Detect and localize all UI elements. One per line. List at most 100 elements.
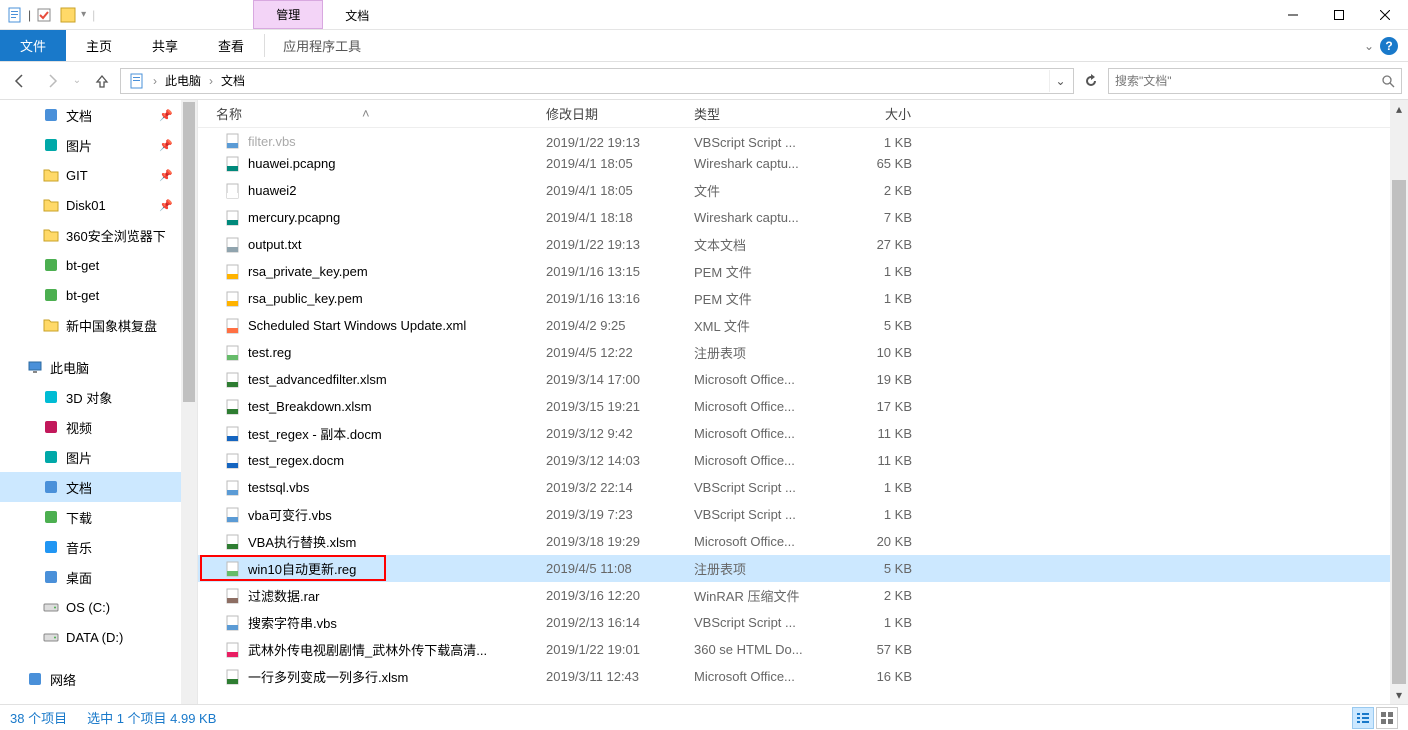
file-row[interactable]: Scheduled Start Windows Update.xml2019/4…	[198, 312, 1408, 339]
file-name: test_advancedfilter.xlsm	[248, 372, 387, 387]
file-row[interactable]: 搜索字符串.vbs2019/2/13 16:14VBScript Script …	[198, 609, 1408, 636]
nav-item[interactable]: 下载	[0, 502, 197, 532]
title-label: 文档	[323, 2, 391, 29]
file-icon	[224, 479, 242, 497]
nav-item[interactable]: 文档	[0, 472, 197, 502]
file-date: 2019/4/5 12:22	[538, 345, 686, 360]
search-input[interactable]: 搜索"文档"	[1108, 68, 1402, 94]
file-name: test_Breakdown.xlsm	[248, 399, 372, 414]
details-view-button[interactable]	[1352, 707, 1374, 729]
qat-chevron-icon[interactable]: ▾	[81, 9, 86, 20]
nav-item[interactable]: Disk01📌	[0, 190, 197, 220]
file-icon	[224, 452, 242, 470]
file-date: 2019/3/12 14:03	[538, 453, 686, 468]
navigation-pane: 文档📌图片📌GIT📌Disk01📌360安全浏览器下bt-getbt-get新中…	[0, 100, 198, 704]
scroll-up-icon[interactable]: ▴	[1390, 100, 1408, 118]
nav-item[interactable]: 视频	[0, 412, 197, 442]
file-row[interactable]: mercury.pcapng2019/4/1 18:18Wireshark ca…	[198, 204, 1408, 231]
file-row[interactable]: huawei.pcapng2019/4/1 18:05Wireshark cap…	[198, 150, 1408, 177]
file-name: test_regex - 副本.docm	[248, 424, 382, 443]
file-name: VBA执行替换.xlsm	[248, 532, 356, 551]
context-tab-manage[interactable]: 管理	[253, 0, 323, 29]
file-row[interactable]: rsa_private_key.pem2019/1/16 13:15PEM 文件…	[198, 258, 1408, 285]
file-name: test_regex.docm	[248, 453, 344, 468]
nav-item[interactable]: DATA (D:)	[0, 622, 197, 652]
refresh-button[interactable]	[1078, 68, 1104, 94]
nav-item[interactable]: 此电脑	[0, 352, 197, 382]
file-row[interactable]: output.txt2019/1/22 19:13文本文档27 KB	[198, 231, 1408, 258]
file-row[interactable]: test_regex - 副本.docm2019/3/12 9:42Micros…	[198, 420, 1408, 447]
file-row[interactable]: vba可变行.vbs2019/3/19 7:23VBScript Script …	[198, 501, 1408, 528]
nav-item[interactable]: 新中国象棋复盘	[0, 310, 197, 340]
doc-icon[interactable]	[4, 4, 26, 26]
address-bar[interactable]: › 此电脑 › 文档 ⌄	[120, 68, 1074, 94]
file-row[interactable]: win10自动更新.reg2019/4/5 11:08注册表项5 KB	[198, 555, 1408, 582]
tab-home[interactable]: 主页	[66, 30, 132, 61]
nav-item[interactable]: 音乐	[0, 532, 197, 562]
nav-item[interactable]: 图片📌	[0, 130, 197, 160]
file-row[interactable]: test_Breakdown.xlsm2019/3/15 19:21Micros…	[198, 393, 1408, 420]
tab-share[interactable]: 共享	[132, 30, 198, 61]
back-button[interactable]	[6, 67, 34, 95]
close-button[interactable]	[1362, 0, 1408, 29]
file-row[interactable]: 过滤数据.rar2019/3/16 12:20WinRAR 压缩文件2 KB	[198, 582, 1408, 609]
file-type: VBScript Script ...	[686, 507, 836, 522]
file-row[interactable]: VBA执行替换.xlsm2019/3/18 19:29Microsoft Off…	[198, 528, 1408, 555]
nav-item[interactable]: 文档📌	[0, 100, 197, 130]
file-row[interactable]: test_advancedfilter.xlsm2019/3/14 17:00M…	[198, 366, 1408, 393]
file-row[interactable]: testsql.vbs2019/3/2 22:14VBScript Script…	[198, 474, 1408, 501]
search-icon[interactable]	[1381, 74, 1395, 88]
breadcrumb-this-pc[interactable]: 此电脑	[159, 72, 207, 89]
file-size: 65 KB	[836, 156, 920, 171]
file-icon	[224, 614, 242, 632]
file-row[interactable]: huawei22019/4/1 18:05文件2 KB	[198, 177, 1408, 204]
file-row[interactable]: test.reg2019/4/5 12:22注册表项10 KB	[198, 339, 1408, 366]
chevron-right-icon[interactable]: ›	[151, 74, 159, 88]
file-tab[interactable]: 文件	[0, 30, 66, 61]
tab-view[interactable]: 查看	[198, 30, 264, 61]
list-scrollbar[interactable]: ▴ ▾	[1390, 100, 1408, 704]
file-icon	[224, 533, 242, 551]
nav-item[interactable]: 网络	[0, 664, 197, 694]
dropdown-icon[interactable]	[57, 4, 79, 26]
thumbnails-view-button[interactable]	[1376, 707, 1398, 729]
nav-item-label: OS (C:)	[66, 600, 110, 615]
forward-button[interactable]	[38, 67, 66, 95]
nav-item[interactable]: bt-get	[0, 280, 197, 310]
tab-app-tools[interactable]: 应用程序工具	[265, 30, 379, 61]
help-icon[interactable]: ?	[1380, 37, 1398, 55]
file-name: win10自动更新.reg	[248, 559, 356, 578]
nav-item[interactable]: 图片	[0, 442, 197, 472]
file-name: test.reg	[248, 345, 291, 360]
recent-chevron-icon[interactable]: ⌄	[70, 67, 84, 95]
file-row[interactable]: rsa_public_key.pem2019/1/16 13:16PEM 文件1…	[198, 285, 1408, 312]
file-row[interactable]: 一行多列变成一列多行.xlsm2019/3/11 12:43Microsoft …	[198, 663, 1408, 690]
nav-item[interactable]: 360安全浏览器下	[0, 220, 197, 250]
file-row[interactable]: 武林外传电视剧剧情_武林外传下载高清...2019/1/22 19:01360 …	[198, 636, 1408, 663]
file-name: 搜索字符串.vbs	[248, 613, 337, 632]
nav-item[interactable]: bt-get	[0, 250, 197, 280]
breadcrumb-documents[interactable]: 文档	[215, 72, 251, 89]
file-type: 注册表项	[686, 559, 836, 578]
properties-icon[interactable]	[33, 4, 55, 26]
chevron-right-icon[interactable]: ›	[207, 74, 215, 88]
minimize-button[interactable]	[1270, 0, 1316, 29]
nav-item[interactable]: GIT📌	[0, 160, 197, 190]
column-name[interactable]: 名称˄	[198, 104, 538, 123]
ribbon-expand-icon[interactable]: ⌄	[1364, 39, 1374, 53]
column-date[interactable]: 修改日期	[538, 104, 686, 123]
nav-scrollbar[interactable]	[181, 100, 197, 704]
nav-item[interactable]: 3D 对象	[0, 382, 197, 412]
scroll-down-icon[interactable]: ▾	[1390, 686, 1408, 704]
nav-item[interactable]: OS (C:)	[0, 592, 197, 622]
maximize-button[interactable]	[1316, 0, 1362, 29]
column-type[interactable]: 类型	[686, 104, 836, 123]
nav-item[interactable]: 桌面	[0, 562, 197, 592]
file-row[interactable]: filter.vbs2019/1/22 19:13VBScript Script…	[198, 128, 1408, 150]
address-dropdown-icon[interactable]: ⌄	[1049, 70, 1071, 92]
file-row[interactable]: test_regex.docm2019/3/12 14:03Microsoft …	[198, 447, 1408, 474]
column-size[interactable]: 大小	[836, 104, 920, 123]
file-type: Microsoft Office...	[686, 372, 836, 387]
up-button[interactable]	[88, 67, 116, 95]
file-type: Microsoft Office...	[686, 399, 836, 414]
